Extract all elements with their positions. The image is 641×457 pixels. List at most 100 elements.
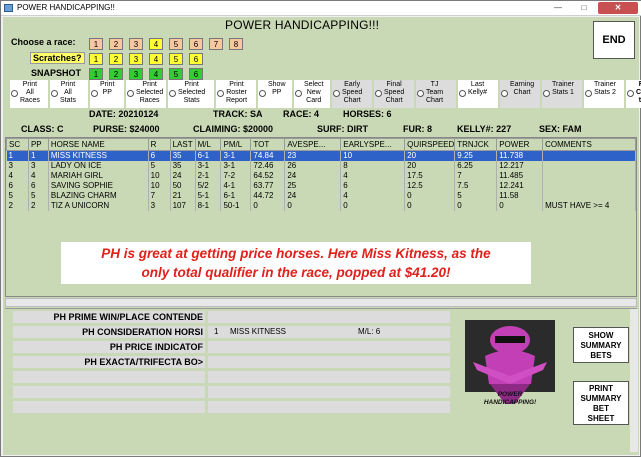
option-11[interactable]: Last Kelly# [458, 80, 498, 108]
table-row[interactable]: 5 5 BLAZING CHARM 7 21 5-1 6-1 44.72 24 4 0 5 11.58 [6, 190, 636, 201]
radio-icon[interactable] [217, 90, 224, 97]
table-cell: 11.58 [496, 190, 544, 201]
table-row[interactable]: 3 3 LADY ON ICE 5 35 3-1 3-1 72.46 26 8 20 6.25 12.2… [6, 160, 636, 171]
radio-icon[interactable] [51, 90, 58, 97]
table-row[interactable]: 6 6 SAVING SOPHIE 10 50 5/2 4-1 63.77 25 6 12.5 7.5… [6, 180, 636, 191]
table-cell: 20 [404, 160, 456, 171]
option-8[interactable]: Early Speed Chart [332, 80, 372, 108]
option-9[interactable]: Final Speed Chart [374, 80, 414, 108]
radio-icon[interactable] [11, 90, 18, 97]
maximize-button[interactable]: □ [572, 2, 596, 14]
race-button-3[interactable]: 3 [129, 38, 143, 50]
option-14[interactable]: Trainer Stats 2 [584, 80, 624, 108]
scratch-button-2[interactable]: 2 [109, 53, 123, 65]
column-header[interactable]: AVESPE... [284, 138, 342, 151]
radio-icon[interactable] [417, 90, 424, 97]
table-cell: 8 [340, 160, 406, 171]
table-row[interactable]: 2 2 TIZ A UNICORN 3 107 8-1 50-1 0 0 0 0 0 0 MUST HAV… [6, 200, 636, 211]
summary-label: PH PRICE INDICATOF [13, 341, 205, 353]
table-cell: 12.5 [404, 180, 456, 191]
table-row[interactable]: 1 1 MISS KITNESS 6 35 6-1 3-1 74.84 23 10 20 9.25 11… [6, 150, 636, 161]
horizontal-scrollbar[interactable] [5, 298, 637, 307]
radio-icon[interactable] [375, 90, 382, 97]
option-2[interactable]: Print PP [90, 80, 124, 108]
option-6[interactable]: Show PP [258, 80, 292, 108]
radio-icon[interactable] [333, 90, 340, 97]
column-header[interactable]: M/L [194, 138, 222, 151]
snapshot-button-2[interactable]: 2 [109, 68, 123, 80]
table-cell: 10 [148, 180, 171, 191]
radio-icon[interactable] [459, 90, 466, 97]
table-cell: 3 [6, 160, 29, 171]
snapshot-button-1[interactable]: 1 [89, 68, 103, 80]
race-button-1[interactable]: 1 [89, 38, 103, 50]
option-0[interactable]: Print All Races [10, 80, 48, 108]
race-button-7[interactable]: 7 [209, 38, 223, 50]
radio-icon[interactable] [127, 90, 134, 97]
date-label: DATE: 20210124 [89, 109, 159, 119]
table-cell: 11.738 [496, 150, 544, 161]
table-cell: 21 [170, 190, 196, 201]
option-1[interactable]: Print All Stats [50, 80, 88, 108]
column-header[interactable]: PP [27, 138, 49, 151]
race-button-4[interactable]: 4 [149, 38, 163, 50]
vertical-scrollbar[interactable] [630, 309, 638, 452]
scratch-button-6[interactable]: 6 [189, 53, 203, 65]
column-header[interactable]: PM/L [220, 138, 252, 151]
title-bar: POWER HANDICAPPING!! — □ ✕ [1, 1, 641, 16]
scratch-button-1[interactable]: 1 [89, 53, 103, 65]
radio-icon[interactable] [585, 90, 592, 97]
end-button[interactable]: END [593, 21, 635, 59]
show-summary-bets-button[interactable]: SHOW SUMMARY BETS [573, 327, 629, 363]
column-header[interactable]: EARLYSPE... [340, 138, 406, 151]
table-cell: 44.72 [250, 190, 286, 201]
radio-icon[interactable] [295, 90, 302, 97]
option-label: Last Kelly# [468, 81, 488, 96]
snapshot-button-5[interactable]: 5 [169, 68, 183, 80]
race-button-2[interactable]: 2 [109, 38, 123, 50]
option-4[interactable]: Print Selected Stats [168, 80, 214, 108]
scratch-button-4[interactable]: 4 [149, 53, 163, 65]
scratch-button-5[interactable]: 5 [169, 53, 183, 65]
column-header[interactable]: HORSE NAME [47, 138, 149, 151]
column-header[interactable]: TRNJCK [454, 138, 498, 151]
option-15[interactable]: Race Condi- tions [626, 80, 641, 108]
radio-icon[interactable] [259, 90, 266, 97]
table-cell: 50 [170, 180, 196, 191]
minimize-button[interactable]: — [546, 2, 570, 14]
option-3[interactable]: Print Selected Races [126, 80, 166, 108]
table-cell: 107 [170, 200, 196, 211]
radio-icon[interactable] [91, 90, 98, 97]
column-header[interactable]: QUIRSPEED [404, 138, 456, 151]
option-5[interactable]: Print Roster Report [216, 80, 256, 108]
column-header[interactable]: SC [6, 138, 29, 151]
radio-icon[interactable] [543, 90, 550, 97]
race-button-8[interactable]: 8 [229, 38, 243, 50]
column-header[interactable]: COMMENTS [542, 138, 636, 151]
radio-icon[interactable] [501, 90, 508, 97]
column-header[interactable]: R [147, 138, 171, 151]
table-cell: 1 [28, 150, 49, 161]
race-button-6[interactable]: 6 [189, 38, 203, 50]
race-button-5[interactable]: 5 [169, 38, 183, 50]
snapshot-button-6[interactable]: 6 [189, 68, 203, 80]
column-header[interactable]: POWER [496, 138, 544, 151]
close-button[interactable]: ✕ [598, 2, 638, 14]
snapshot-button-3[interactable]: 3 [129, 68, 143, 80]
scratch-button-3[interactable]: 3 [129, 53, 143, 65]
option-12[interactable]: Earning Chart [500, 80, 540, 108]
snapshot-button-4[interactable]: 4 [149, 68, 163, 80]
option-13[interactable]: Trainer Stats 1 [542, 80, 582, 108]
table-cell: 3-1 [195, 160, 222, 171]
option-10[interactable]: TJ Team Chart [416, 80, 456, 108]
radio-icon[interactable] [627, 90, 634, 97]
column-header[interactable]: TOT [250, 138, 286, 151]
table-cell: 2 [6, 200, 29, 211]
window-title: POWER HANDICAPPING!! [17, 3, 115, 12]
table-row[interactable]: 4 4 MARIAH GIRL 10 24 2-1 7-2 64.52 24 4 17.5 7 11.4… [6, 170, 636, 181]
print-summary-bet-sheet-button[interactable]: PRINT SUMMARY BET SHEET [573, 381, 629, 425]
radio-icon[interactable] [169, 90, 176, 97]
option-7[interactable]: Select New Card [294, 80, 330, 108]
table-cell: 7 [148, 190, 171, 201]
column-header[interactable]: LAST [169, 138, 196, 151]
